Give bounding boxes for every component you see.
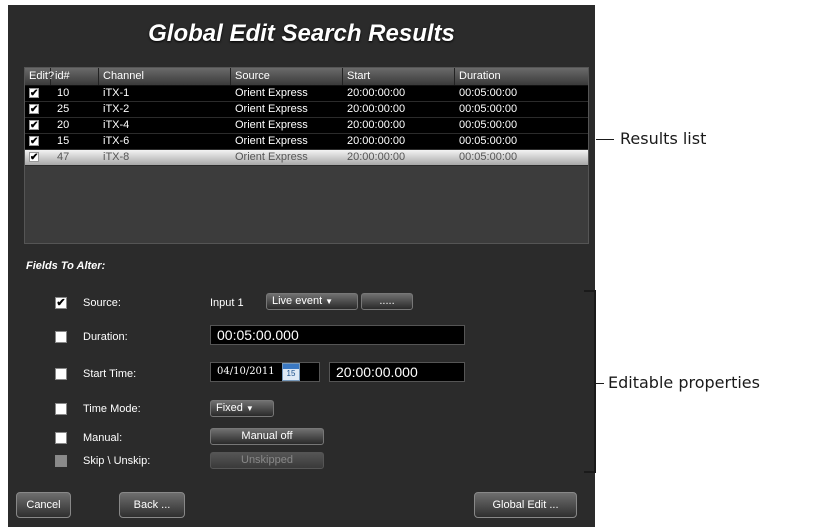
source-browse-button[interactable]: ..... <box>361 293 413 310</box>
row-edit-checkbox[interactable]: ✔ <box>29 88 39 99</box>
table-row-selected[interactable]: ✔ 47 iTX-8 Orient Express 20:00:00:00 00… <box>25 150 588 166</box>
source-checkbox[interactable]: ✔ <box>55 297 67 309</box>
row-source: Orient Express <box>235 151 308 163</box>
cancel-button[interactable]: Cancel <box>16 492 71 518</box>
source-type-dropdown[interactable]: Live event ▼ <box>266 293 358 310</box>
row-edit-checkbox[interactable]: ✔ <box>29 152 39 163</box>
row-source: Orient Express <box>235 119 308 131</box>
back-button[interactable]: Back ... <box>119 492 185 518</box>
chevron-down-icon: ▼ <box>245 404 254 413</box>
bracket-vertical <box>594 290 596 473</box>
calendar-day: 15 <box>286 369 296 378</box>
row-duration: 00:05:00:00 <box>459 103 518 115</box>
row-channel: iTX-2 <box>103 103 130 115</box>
row-edit-checkbox[interactable]: ✔ <box>29 104 39 115</box>
table-row[interactable]: ✔ 15 iTX-6 Orient Express 20:00:00:00 00… <box>25 134 588 150</box>
global-edit-dialog: Global Edit Search Results Edit? id# Cha… <box>8 5 595 527</box>
row-source: Orient Express <box>235 87 308 99</box>
table-row[interactable]: ✔ 25 iTX-2 Orient Express 20:00:00:00 00… <box>25 102 588 118</box>
global-edit-button[interactable]: Global Edit ... <box>474 492 577 518</box>
calendar-icon[interactable]: 15 <box>282 363 300 381</box>
row-start: 20:00:00:00 <box>347 151 406 163</box>
skip-checkbox[interactable] <box>55 455 67 467</box>
time-mode-value: Fixed <box>216 402 243 414</box>
row-id: 15 <box>57 135 70 147</box>
results-grid[interactable]: Edit? id# Channel Source Start Duration … <box>24 67 589 244</box>
col-edit-header[interactable]: Edit? <box>25 68 54 85</box>
properties-pointer-line <box>596 383 604 384</box>
source-input-label: Input 1 <box>210 297 244 309</box>
duration-field[interactable]: 00:05:00.000 <box>210 325 465 345</box>
fields-to-alter-heading: Fields To Alter: <box>26 260 106 272</box>
duration-checkbox[interactable] <box>55 331 67 343</box>
row-channel: iTX-4 <box>103 119 130 131</box>
row-duration: 00:05:00:00 <box>459 151 518 163</box>
time-mode-checkbox[interactable] <box>55 403 67 415</box>
time-mode-label: Time Mode: <box>83 403 141 415</box>
duration-label: Duration: <box>83 331 128 343</box>
editable-properties-annotation: Editable properties <box>608 373 760 392</box>
row-id: 10 <box>57 87 70 99</box>
row-duration: 00:05:00:00 <box>459 119 518 131</box>
chevron-down-icon: ▼ <box>325 297 334 306</box>
row-channel: iTX-6 <box>103 135 130 147</box>
start-time-field[interactable]: 20:00:00.000 <box>329 362 465 382</box>
manual-label: Manual: <box>83 432 123 444</box>
dialog-title: Global Edit Search Results <box>148 20 455 47</box>
row-id: 47 <box>57 151 70 163</box>
source-label: Source: <box>83 297 121 309</box>
manual-checkbox[interactable] <box>55 432 67 444</box>
skip-label: Skip \ Unskip: <box>83 455 151 467</box>
row-start: 20:00:00:00 <box>347 135 406 147</box>
grid-header: Edit? id# Channel Source Start Duration <box>25 68 588 86</box>
row-edit-checkbox[interactable]: ✔ <box>29 120 39 131</box>
table-row[interactable]: ✔ 20 iTX-4 Orient Express 20:00:00:00 00… <box>25 118 588 134</box>
row-edit-checkbox[interactable]: ✔ <box>29 136 39 147</box>
start-time-label: Start Time: <box>83 368 137 380</box>
row-start: 20:00:00:00 <box>347 119 406 131</box>
row-id: 20 <box>57 119 70 131</box>
col-channel-header[interactable]: Channel <box>99 68 231 85</box>
row-duration: 00:05:00:00 <box>459 135 518 147</box>
col-start-header[interactable]: Start <box>343 68 455 85</box>
start-date-field[interactable]: 04/10/2011 <box>210 362 320 382</box>
time-mode-dropdown[interactable]: Fixed ▼ <box>210 400 274 417</box>
row-start: 20:00:00:00 <box>347 87 406 99</box>
row-channel: iTX-1 <box>103 87 130 99</box>
row-duration: 00:05:00:00 <box>459 87 518 99</box>
row-source: Orient Express <box>235 103 308 115</box>
manual-toggle-button[interactable]: Manual off <box>210 428 324 445</box>
skip-toggle-button[interactable]: Unskipped <box>210 452 324 469</box>
col-source-header[interactable]: Source <box>231 68 343 85</box>
row-source: Orient Express <box>235 135 308 147</box>
results-pointer-line <box>596 139 614 140</box>
source-type-value: Live event <box>272 295 323 307</box>
row-start: 20:00:00:00 <box>347 103 406 115</box>
results-list-annotation: Results list <box>620 129 707 148</box>
start-time-checkbox[interactable] <box>55 368 67 380</box>
col-id-header[interactable]: id# <box>51 68 99 85</box>
row-id: 25 <box>57 103 70 115</box>
row-channel: iTX-8 <box>103 151 130 163</box>
col-duration-header[interactable]: Duration <box>455 68 588 85</box>
table-row[interactable]: ✔ 10 iTX-1 Orient Express 20:00:00:00 00… <box>25 86 588 102</box>
bracket-bottom <box>584 471 595 473</box>
